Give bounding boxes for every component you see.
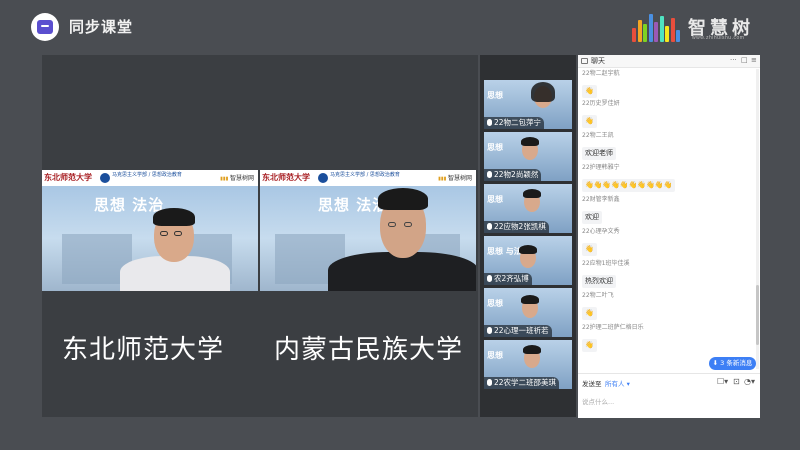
message-text: 欢迎: [582, 211, 602, 224]
microphone-icon: [487, 171, 492, 178]
thumb-slide-text: 思想: [487, 91, 503, 100]
top-bar: 同步课堂 智慧树 www.zhihuishu.com: [0, 0, 800, 50]
brand-url: www.zhihuishu.com: [692, 35, 745, 41]
message-sender: 22心理孕文秀: [582, 228, 620, 235]
chat-panel: 聊天 ··· □ ≡ 22物二赵宇航 👋 22历史罗佳妍 👋 22物二王凯 欢迎…: [578, 55, 760, 418]
brand-bar: [665, 26, 669, 42]
menu-button[interactable]: ≡: [751, 56, 757, 64]
brand-bars-icon: [632, 12, 684, 42]
brand-bar: [654, 22, 658, 42]
chat-message: 22应物1班毕佳溪 热烈欢迎: [582, 259, 629, 288]
participant-thumbnails: 思想 22物二包萍宁 思想 22物2尚颖然 思想 22应物2张凯棋 思想 与法治…: [480, 55, 576, 417]
message-text: 👋👋👋👋👋👋👋👋👋👋: [582, 179, 676, 192]
university-logo: 东北师范大学: [262, 172, 310, 182]
participant-thumbnail[interactable]: 思想 22心理一班祈若: [484, 288, 572, 337]
emblem-icon: [100, 173, 110, 183]
chat-message: 22物二王凯 欢迎老师: [582, 131, 616, 160]
new-messages-button[interactable]: ⬇ 3 条新消息: [709, 357, 756, 370]
brand-bar: [643, 24, 647, 42]
brand-bar: [632, 28, 636, 42]
chat-scrollbar-thumb[interactable]: [756, 285, 759, 345]
message-text: 👋: [582, 243, 597, 256]
slide-brand: 智慧树网: [220, 173, 254, 182]
chat-input[interactable]: [582, 392, 754, 412]
brand-bar: [676, 30, 680, 42]
participant-thumbnail[interactable]: 思想 22物二包萍宁: [484, 80, 572, 129]
participant-thumbnail[interactable]: 思想 与法治 农2齐弘博: [484, 236, 572, 285]
message-text: 👋: [582, 115, 597, 128]
participant-name: 22心理一班祈若: [484, 325, 552, 337]
speaker-video: [328, 180, 476, 291]
popout-button[interactable]: □: [741, 56, 748, 64]
participant-thumbnail[interactable]: 思想 22应物2张凯棋: [484, 184, 572, 233]
slide-subtitle: 马克思主义学部 / 思想政治教育: [112, 172, 182, 178]
chat-message: 22物二赵宇航 👋: [582, 69, 620, 98]
brand-logo: 智慧树 www.zhihuishu.com: [632, 10, 762, 44]
chat-message-list[interactable]: 22物二赵宇航 👋 22历史罗佳妍 👋 22物二王凯 欢迎老师 22护理韩雅宁 …: [578, 69, 760, 354]
app-title: 同步课堂: [69, 18, 134, 36]
chat-icon: [581, 58, 588, 64]
message-sender: 22物二王凯: [582, 132, 614, 139]
message-sender: 22财管李新鑫: [582, 196, 620, 203]
participant-name: 22物2尚颖然: [484, 169, 542, 181]
message-sender: 22历史罗佳妍: [582, 100, 620, 107]
brand-bar: [648, 14, 653, 42]
message-sender: 22应物1班毕佳溪: [582, 260, 630, 267]
thumb-slide-text: 思想: [487, 143, 503, 152]
message-text: 热烈欢迎: [582, 275, 616, 288]
thumb-slide-text: 思想: [487, 299, 503, 308]
message-text: 👋: [582, 307, 597, 320]
message-sender: 22物二叶飞: [582, 292, 614, 299]
send-to-label: 发送至: [582, 380, 602, 388]
brand-bar: [637, 20, 642, 42]
participant-name: 22应物2张凯棋: [484, 221, 549, 233]
microphone-icon: [487, 275, 492, 282]
chat-message: 22护理二班萨仁格日乐 👋: [582, 323, 644, 352]
chat-message: 22物二叶飞 👋: [582, 291, 614, 320]
caption-left: 东北师范大学: [62, 335, 225, 365]
slide-header: 东北师范大学 马克思主义学部 / 思想政治教育 智慧树网: [42, 170, 258, 186]
participant-thumbnail[interactable]: 思想 22物2尚颖然: [484, 132, 572, 181]
video-tile-left[interactable]: 东北师范大学 马克思主义学部 / 思想政治教育 智慧树网 思想 法治: [42, 170, 258, 291]
screenshot-tool-icon[interactable]: ⊡: [733, 377, 740, 386]
chat-header: 聊天 ··· □ ≡: [578, 55, 760, 68]
emblem-icon: [318, 173, 328, 183]
classroom-logo-icon: [31, 13, 59, 41]
message-sender: 22物二赵宇航: [582, 70, 620, 77]
participant-name: 22物二包萍宁: [484, 117, 545, 129]
chat-message: 22历史罗佳妍 👋: [582, 99, 620, 128]
chat-message: 22财管李新鑫 欢迎: [582, 195, 620, 224]
university-logo: 东北师范大学: [44, 172, 92, 182]
message-sender: 22护理韩雅宁: [582, 164, 620, 171]
image-tool-icon[interactable]: ☐▾: [717, 377, 728, 386]
microphone-icon: [487, 119, 492, 126]
send-to-dropdown[interactable]: 所有人 ▾: [605, 378, 630, 388]
main-stage: 东北师范大学 马克思主义学部 / 思想政治教育 智慧树网 思想 法治 东北师范大…: [42, 55, 478, 417]
microphone-icon: [487, 327, 492, 334]
participant-thumbnail[interactable]: 思想 22农学二班邵美琪: [484, 340, 572, 389]
slide-subtitle: 马克思主义学部 / 思想政治教育: [330, 172, 400, 178]
user-tool-icon[interactable]: ◔▾: [744, 377, 755, 386]
thumb-slide-text: 思想: [487, 351, 503, 360]
brand-bar: [670, 18, 675, 42]
thumb-slide-text: 思想: [487, 195, 503, 204]
chat-title: 聊天: [591, 57, 605, 65]
message-text: 欢迎老师: [582, 147, 616, 160]
chat-message: 22护理韩雅宁 👋👋👋👋👋👋👋👋👋👋: [582, 163, 676, 192]
chat-composer: 发送至 所有人 ▾ ☐▾ ⊡ ◔▾: [578, 373, 760, 418]
message-text: 👋: [582, 339, 597, 352]
more-options-button[interactable]: ···: [730, 56, 737, 64]
brand-bar: [659, 16, 664, 42]
participant-name: 农2齐弘博: [484, 273, 532, 285]
microphone-icon: [487, 379, 492, 386]
video-tile-right[interactable]: 东北师范大学 马克思主义学部 / 思想政治教育 智慧树网 思想 法治: [260, 170, 476, 291]
participant-name: 22农学二班邵美琪: [484, 377, 560, 389]
chat-message: 22心理孕文秀 👋: [582, 227, 620, 256]
speaker-video: [120, 198, 230, 291]
microphone-icon: [487, 223, 492, 230]
message-text: 👋: [582, 85, 597, 98]
message-sender: 22护理二班萨仁格日乐: [582, 324, 644, 331]
caption-right: 内蒙古民族大学: [274, 335, 464, 365]
